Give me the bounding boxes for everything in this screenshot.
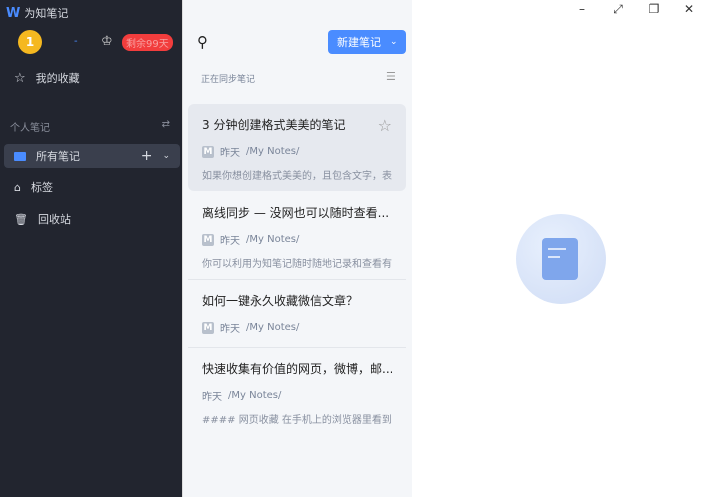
close-button[interactable]: ✕ bbox=[679, 2, 699, 16]
editor-empty-area: – ⤢ ❐ ✕ bbox=[412, 0, 708, 497]
note-item[interactable]: 快速收集有价值的网页，微博，邮... 昨天/My Notes/ #### 网页收… bbox=[188, 348, 406, 436]
add-icon[interactable]: + bbox=[141, 148, 153, 164]
markdown-icon: M bbox=[202, 321, 214, 334]
note-list-panel: ⚲ 新建笔记 ⌄ 正在同步笔记 ☰ 3 分钟创建格式美美的笔记 ☆ M 昨天/My … bbox=[182, 0, 412, 497]
trial-badge[interactable]: 剩余99天 bbox=[122, 34, 173, 51]
tag-icon: ⌂ bbox=[14, 180, 21, 194]
star-icon[interactable]: ☆ bbox=[378, 116, 392, 136]
note-item[interactable]: 3 分钟创建格式美美的笔记 ☆ M 昨天/My Notes/ 如果你想创建格式美美的… bbox=[188, 104, 406, 191]
sidebar: W 为知笔记 1 - ♔ 剩余99天 ☆ 我的收藏 个人笔记 ⇄ 所有笔记 + … bbox=[0, 0, 182, 497]
logo-icon: W bbox=[6, 5, 21, 21]
sidebar-item-tags[interactable]: ⌂ 标签 bbox=[4, 175, 180, 199]
restore-button[interactable]: ❐ bbox=[644, 2, 664, 16]
trash-icon: 🗑 bbox=[14, 212, 28, 226]
sidebar-item-trash[interactable]: 🗑 回收站 bbox=[4, 207, 180, 231]
chevron-down-icon[interactable]: ⌄ bbox=[390, 37, 406, 47]
maximize-button[interactable]: ⤢ bbox=[608, 2, 628, 17]
note-item[interactable]: 如何一键永久收藏微信文章？ M 昨天/My Notes/ bbox=[188, 280, 406, 348]
note-item[interactable]: 离线同步 — 没网也可以随时查看... M 昨天/My Notes/ 你可以利用为… bbox=[188, 192, 406, 280]
sync-status: 正在同步笔记 bbox=[201, 75, 256, 85]
sidebar-item-all-notes[interactable]: 所有笔记 + ⌄ bbox=[4, 144, 180, 168]
markdown-icon: M bbox=[202, 145, 214, 158]
sort-icon[interactable]: ☰ bbox=[386, 70, 396, 83]
user-name[interactable]: - bbox=[74, 36, 78, 47]
avatar[interactable]: 1 bbox=[18, 30, 42, 54]
new-note-button[interactable]: 新建笔记 ⌄ bbox=[328, 30, 406, 54]
search-icon[interactable]: ⚲ bbox=[197, 33, 208, 51]
sidebar-item-favorites[interactable]: ☆ 我的收藏 bbox=[4, 66, 180, 90]
minimize-button[interactable]: – bbox=[572, 2, 592, 16]
crown-icon[interactable]: ♔ bbox=[101, 34, 113, 49]
chevron-down-icon[interactable]: ⌄ bbox=[162, 151, 170, 161]
section-header: 个人笔记 ⇄ bbox=[10, 119, 170, 134]
folder-icon bbox=[14, 151, 26, 161]
switch-icon[interactable]: ⇄ bbox=[162, 119, 170, 134]
star-icon: ☆ bbox=[14, 70, 26, 86]
empty-note-illustration bbox=[516, 214, 606, 304]
markdown-icon: M bbox=[202, 233, 214, 246]
app-title: W 为知笔记 bbox=[6, 5, 69, 21]
